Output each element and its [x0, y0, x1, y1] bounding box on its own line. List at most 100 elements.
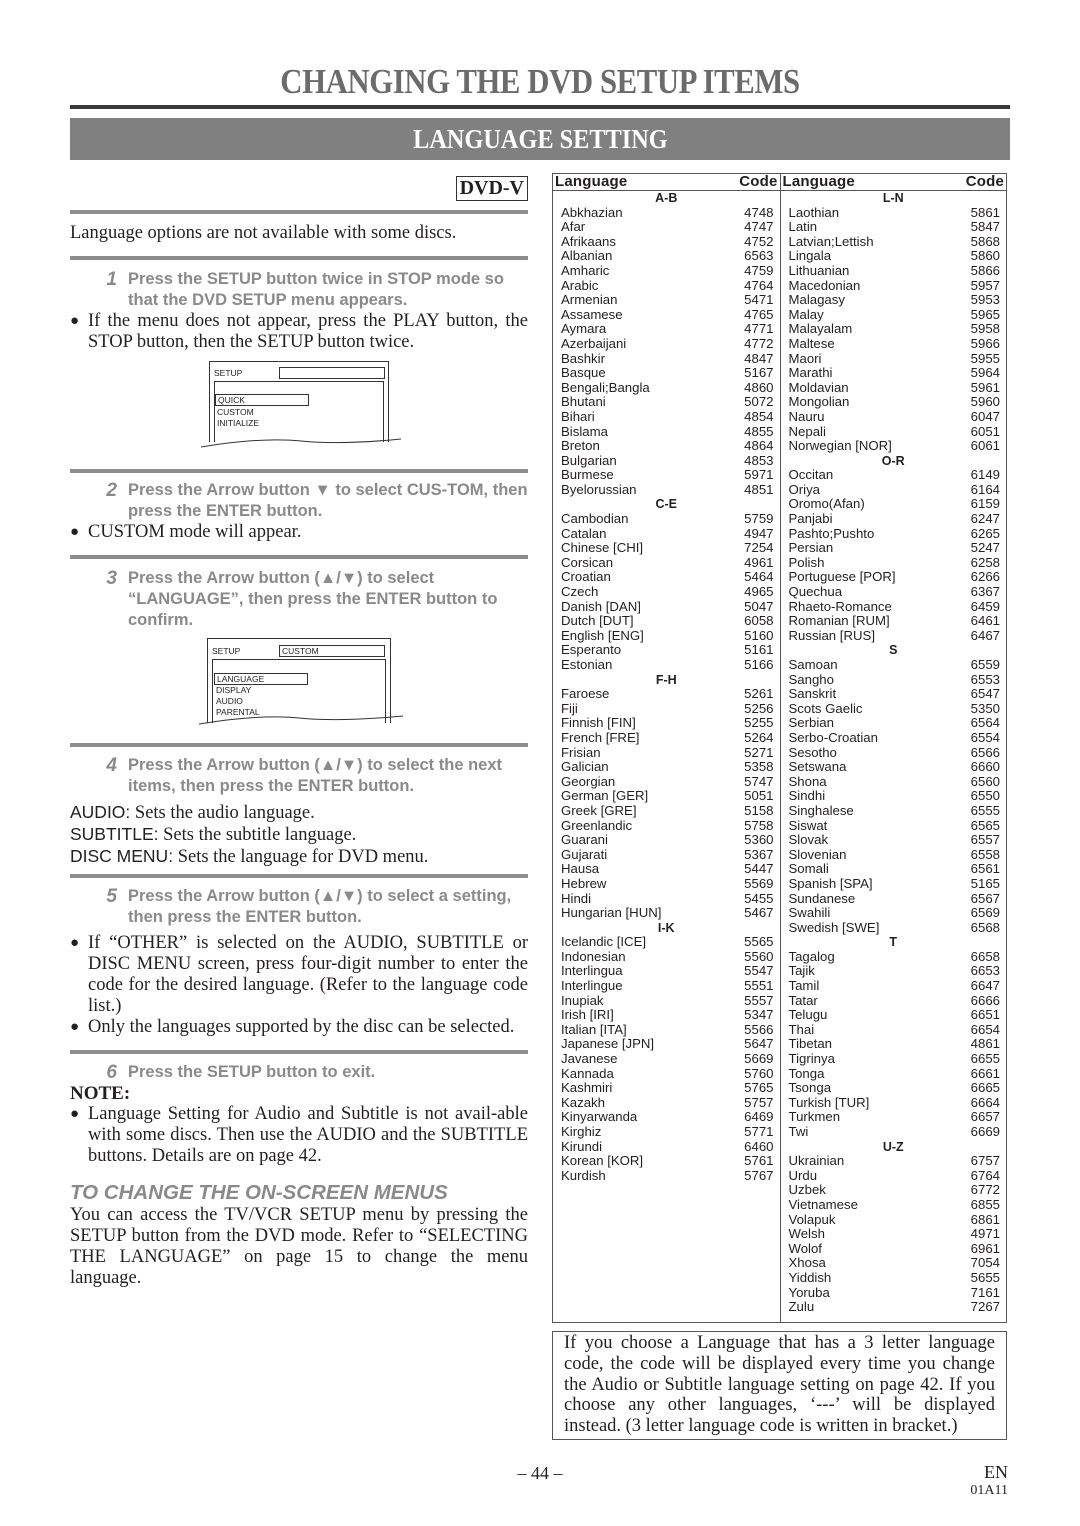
- group-heading: S: [889, 643, 898, 658]
- table-row: Hungarian [HUN] 5467: [553, 905, 780, 921]
- language-code: 6164: [970, 481, 1000, 497]
- table-row: Latin 5847: [781, 220, 1007, 235]
- language-name: Russian [RUS]: [788, 627, 875, 643]
- language-code: 5447: [744, 861, 774, 877]
- table-row: Polish 6258: [781, 555, 1007, 571]
- table-row: Mongolian 5960: [781, 395, 1007, 410]
- table-row: Nauru 6047: [781, 409, 1007, 425]
- screen-item-selected[interactable]: LANGUAGE: [214, 673, 308, 685]
- table-row: Romanian [RUM] 6461: [781, 614, 1007, 629]
- language-code: 6669: [970, 1124, 1000, 1139]
- step-text: Press the SETUP button twice in STOP mod…: [128, 270, 504, 309]
- table-column-right: Language Code L-N Laothian 5861 Latin 5847 La…: [779, 174, 1007, 1322]
- language-name: Georgian: [561, 773, 616, 789]
- step-number: 2: [106, 480, 117, 501]
- table-row: Volapuk 6861: [781, 1212, 1007, 1228]
- language-code: 4847: [744, 350, 774, 366]
- language-name: Vietnamese: [788, 1196, 858, 1212]
- table-row: Estonian 5166: [553, 657, 780, 673]
- table-row: Malagasy 5953: [781, 293, 1007, 308]
- table-row: Kirundi 6460: [553, 1139, 780, 1155]
- language-name: Aymara: [561, 321, 607, 337]
- table-row: Panjabi 6247: [781, 511, 1007, 527]
- language-name: Tagalog: [788, 948, 835, 964]
- language-name: Latvian;Lettish: [788, 233, 874, 249]
- language-code: 5160: [744, 627, 774, 643]
- language-code: 5347: [744, 1007, 774, 1023]
- language-code: 6367: [970, 584, 1000, 600]
- table-row: Fiji 5256: [553, 701, 780, 717]
- language-code: 6654: [970, 1021, 1000, 1037]
- table-row: Vietnamese 6855: [781, 1196, 1007, 1213]
- table-row: Hausa 5447: [553, 862, 780, 877]
- table-row: Thai 6654: [781, 1021, 1007, 1038]
- page-number: – 44 –: [517, 1463, 563, 1483]
- language-code: 6660: [970, 759, 1000, 775]
- table-row: Bengali;Bangla 4860: [553, 380, 780, 396]
- screen-item[interactable]: CUSTOM: [217, 407, 254, 417]
- language-name: Tatar: [788, 992, 818, 1008]
- language-name: Singhalese: [788, 802, 854, 818]
- language-name: Xhosa: [788, 1255, 826, 1271]
- table-row: Armenian 5471: [553, 293, 780, 308]
- language-code: 4765: [744, 306, 774, 322]
- table-row: Japanese [JPN] 5647: [553, 1037, 780, 1052]
- language-name: Scots Gaelic: [788, 700, 863, 716]
- table-row: Scots Gaelic 5350: [781, 700, 1007, 717]
- language-code: 4965: [744, 584, 774, 600]
- language-code: 6061: [970, 438, 1000, 454]
- table-row: Setswana 6660: [781, 760, 1007, 775]
- table-row: Breton 4864: [553, 438, 780, 454]
- language-name: Marathi: [788, 365, 833, 381]
- title-rule: [70, 105, 1010, 109]
- language-name: Interlingua: [561, 963, 623, 979]
- subheading-text: You can access the TV/VCR SETUP menu by …: [70, 1205, 528, 1288]
- language-name: Bhutani: [561, 394, 606, 410]
- language-code: 4861: [970, 1036, 1000, 1052]
- language-name: Turkmen: [788, 1109, 841, 1125]
- bullet-icon: ●: [70, 313, 80, 329]
- language-name: Maori: [788, 350, 822, 366]
- language-name: Serbo-Croatian: [788, 729, 878, 745]
- language-name: Uzbek: [788, 1182, 826, 1198]
- language-code: 4764: [744, 277, 774, 293]
- table-row: Korean [KOR] 5761: [553, 1154, 780, 1169]
- group-heading: T: [889, 935, 898, 950]
- table-row: Byelorussian 4851: [553, 481, 780, 498]
- language-code-table: Language Code A-B Abkhazian 4748 Afar 4747 Af…: [552, 173, 1007, 1323]
- language-name: Byelorussian: [561, 481, 637, 497]
- screen-item[interactable]: DISPLAY: [216, 685, 251, 695]
- step-text: Press the Arrow button (▲/▼) to select a…: [128, 887, 512, 926]
- screen-field: [279, 367, 385, 379]
- table-row: Italian [ITA] 5566: [553, 1021, 780, 1038]
- group-heading: F-H: [655, 672, 677, 687]
- table-row: Basque 5167: [553, 366, 780, 381]
- language-name: Arabic: [561, 277, 599, 293]
- language-name: Slovak: [788, 832, 829, 848]
- language-name: Sanskrit: [788, 686, 837, 702]
- table-row: Serbo-Croatian 6554: [781, 729, 1007, 746]
- language-name: Samoan: [788, 657, 838, 672]
- language-code: 6567: [970, 890, 1000, 906]
- language-code: 6560: [970, 773, 1000, 789]
- language-code: 6547: [970, 686, 1000, 702]
- language-code: 6647: [970, 978, 1000, 994]
- screen-item-selected[interactable]: QUICK: [215, 394, 309, 406]
- bullet-icon: ●: [70, 1019, 80, 1035]
- language-code: 6666: [970, 992, 1000, 1008]
- language-code: 4752: [744, 233, 774, 249]
- screen-item[interactable]: INITIALIZE: [217, 418, 259, 428]
- language-code: 5455: [744, 890, 774, 906]
- language-code: 4748: [744, 204, 774, 220]
- language-name: Finnish [FIN]: [561, 715, 636, 731]
- table-row: Afrikaans 4752: [553, 233, 780, 250]
- language-name: Cambodian: [561, 511, 629, 527]
- table-row: Abkhazian 4748: [553, 204, 780, 221]
- language-name: Swedish [SWE]: [788, 919, 880, 935]
- screen-item[interactable]: AUDIO: [216, 696, 243, 706]
- table-row: Irish [IRI] 5347: [553, 1008, 780, 1023]
- table-row: Maltese 5966: [781, 336, 1007, 352]
- language-name: Italian [ITA]: [561, 1021, 627, 1037]
- table-row: Bhutani 5072: [553, 395, 780, 410]
- definition-desc: Sets the audio language.: [130, 803, 315, 823]
